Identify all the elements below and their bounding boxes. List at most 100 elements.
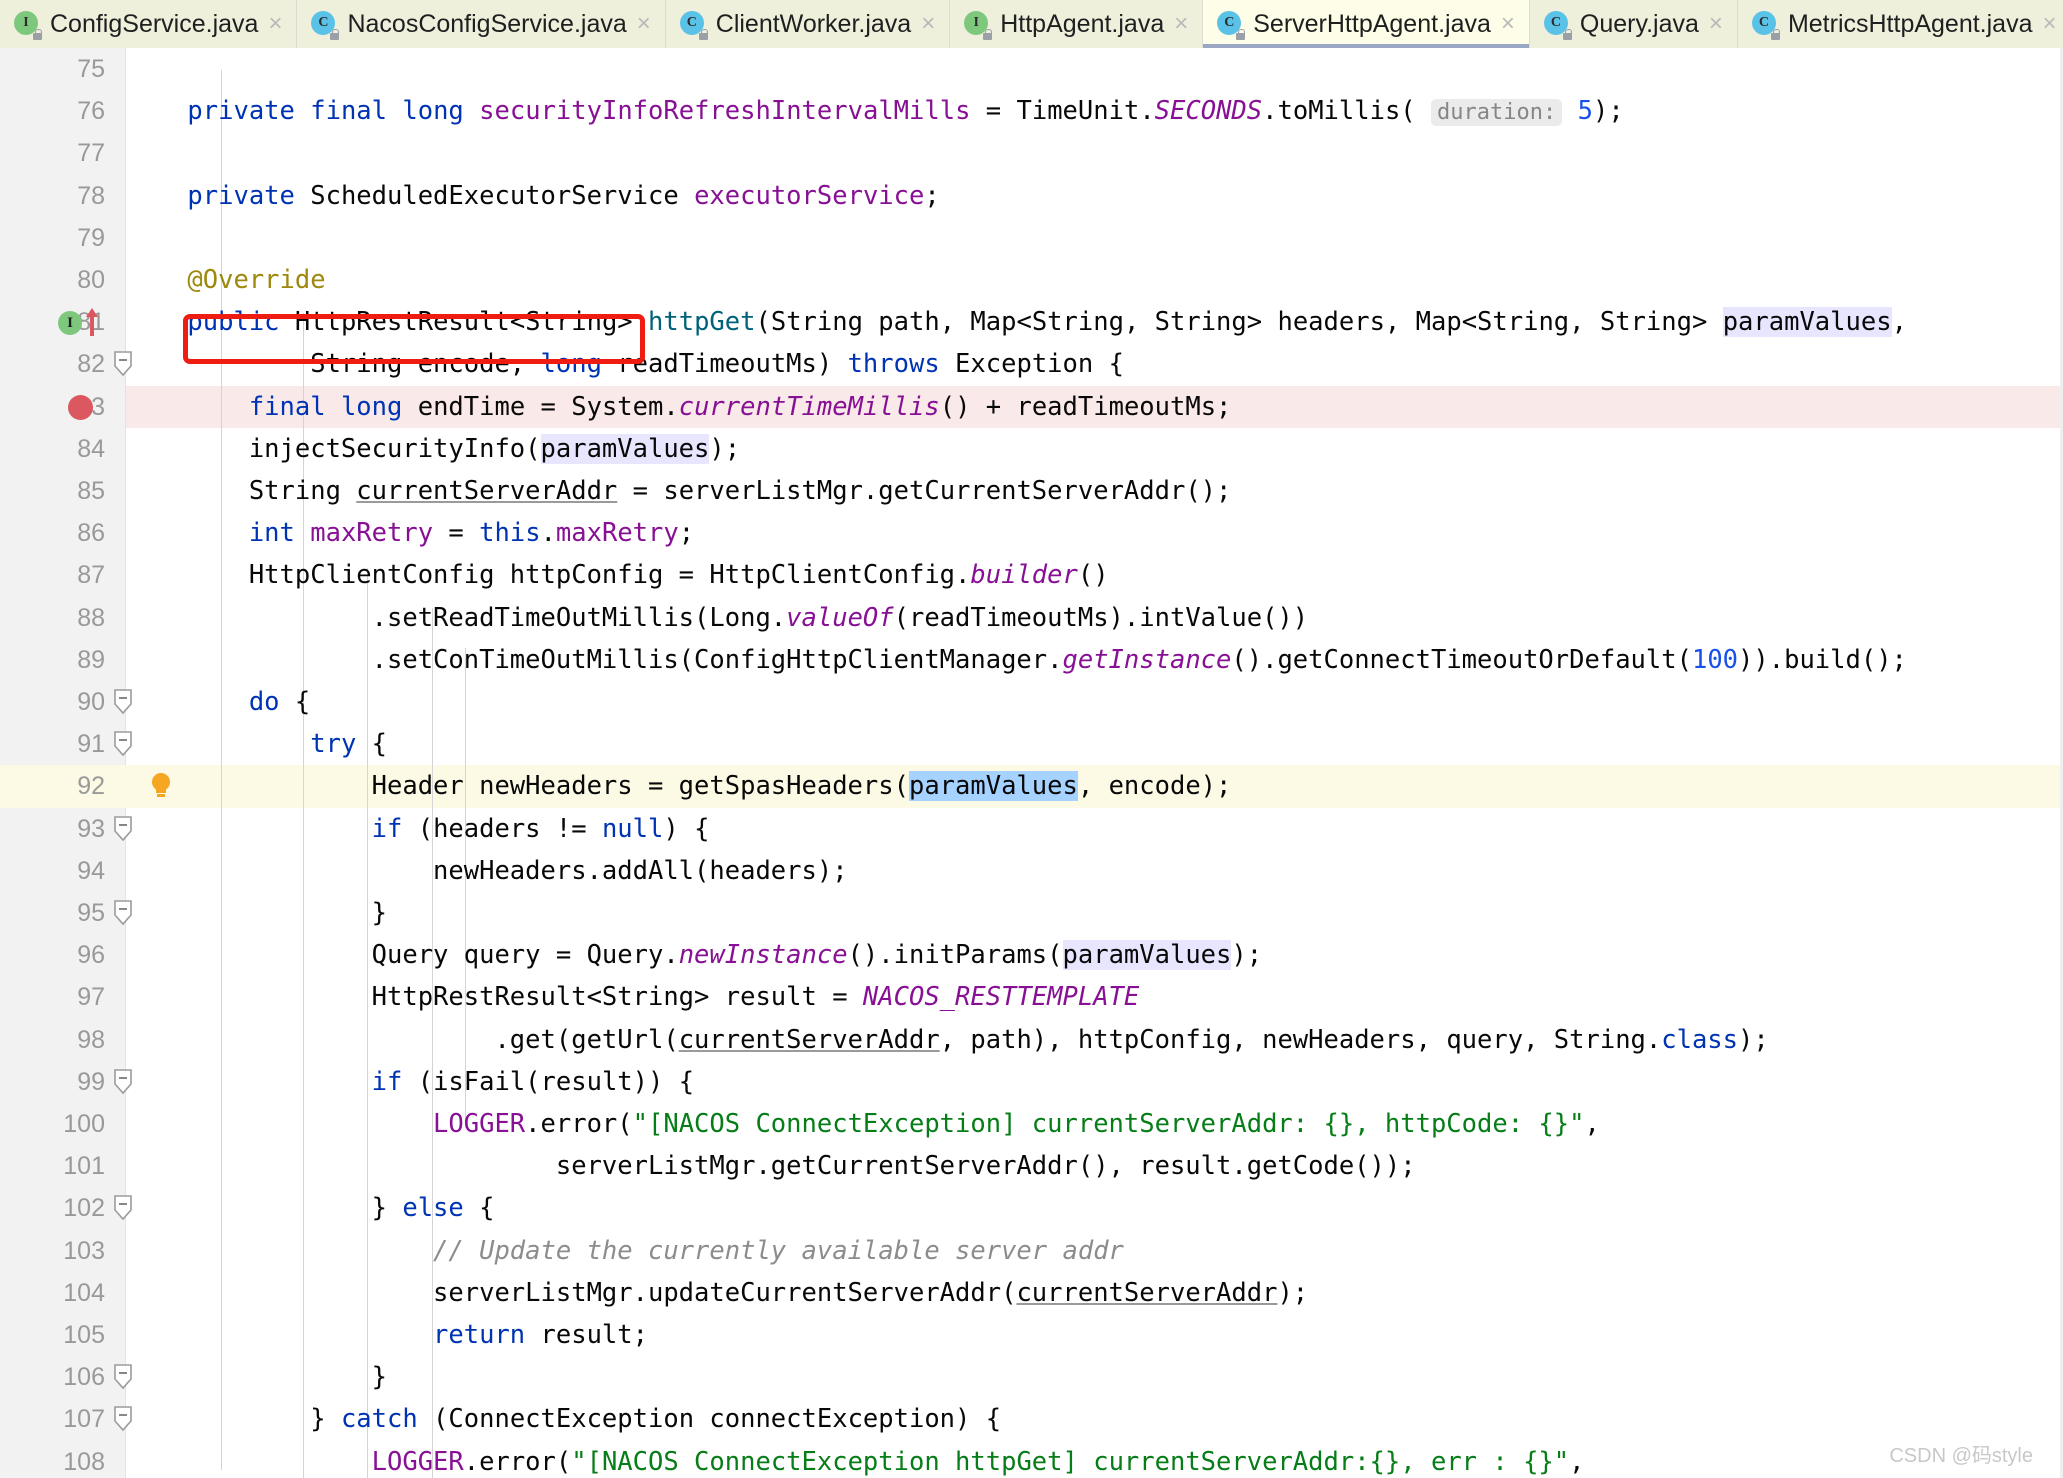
- breakpoint-icon[interactable]: [68, 394, 93, 420]
- code-text: public HttpRestResult<String> httpGet(St…: [187, 307, 1907, 338]
- code-line[interactable]: 87 HttpClientConfig httpConfig = HttpCli…: [0, 554, 2063, 596]
- inlay-hint: duration:: [1431, 99, 1563, 127]
- line-number: 104: [63, 1278, 105, 1307]
- close-icon[interactable]: ×: [2042, 12, 2056, 36]
- code-line[interactable]: 105 return result;: [0, 1314, 2063, 1356]
- code-text: injectSecurityInfo(paramValues);: [126, 433, 741, 464]
- code-text: LOGGER.error("[NACOS ConnectException] c…: [433, 1109, 1600, 1139]
- line-number: 91: [77, 730, 105, 759]
- editor-tab-label: HttpAgent.java: [1000, 9, 1165, 38]
- class-icon: C: [1751, 11, 1780, 40]
- code-line[interactable]: 107 } catch (ConnectException connectExc…: [0, 1398, 2063, 1440]
- editor-tab-configservice[interactable]: I ConfigService.java ×: [0, 0, 298, 48]
- code-line[interactable]: 101 serverListMgr.getCurrentServerAddr()…: [0, 1145, 2063, 1187]
- code-line[interactable]: 93 if (headers != null) {: [0, 808, 2063, 850]
- code-fold-marker[interactable]: [110, 343, 136, 385]
- override-arrow-icon[interactable]: [84, 306, 100, 343]
- code-line[interactable]: 79: [0, 217, 2063, 259]
- code-editor[interactable]: 75 76 private final long securityInfoRefr…: [0, 48, 2063, 1478]
- code-text: do {: [248, 687, 311, 717]
- line-number: 78: [77, 181, 105, 210]
- code-line[interactable]: 94 newHeaders.addAll(headers);: [0, 850, 2063, 892]
- line-number: 106: [63, 1363, 105, 1392]
- interface-icon: I: [14, 11, 42, 40]
- code-line[interactable]: 85 String currentServerAddr = serverList…: [0, 470, 2063, 512]
- code-fold-marker[interactable]: [110, 723, 136, 765]
- code-fold-marker[interactable]: [110, 1356, 136, 1398]
- code-line[interactable]: 89 .setConTimeOutMillis(ConfigHttpClient…: [0, 639, 2063, 681]
- line-number: 97: [77, 983, 105, 1012]
- code-line[interactable]: 104 serverListMgr.updateCurrentServerAdd…: [0, 1272, 2063, 1314]
- code-line[interactable]: 78 private ScheduledExecutorService exec…: [0, 175, 2063, 217]
- code-line[interactable]: 77: [0, 132, 2063, 174]
- code-text: Header newHeaders = getSpasHeaders(param…: [126, 771, 1232, 802]
- line-number: 105: [63, 1321, 105, 1349]
- line-number: 96: [77, 941, 105, 970]
- implementing-method-icon[interactable]: I: [58, 311, 82, 336]
- code-line[interactable]: 81I public HttpRestResult<String> httpGe…: [0, 301, 2063, 343]
- code-text: private final long securityInfoRefreshIn…: [187, 96, 1624, 127]
- line-number: 82: [77, 350, 105, 379]
- code-line[interactable]: 91 try {: [0, 723, 2063, 765]
- code-line[interactable]: 92 Header newHeaders = getSpasHeaders(pa…: [0, 765, 2063, 808]
- close-icon[interactable]: ×: [921, 12, 935, 36]
- code-line[interactable]: 98 .get(getUrl(currentServerAddr, path),…: [0, 1019, 2063, 1061]
- code-fold-marker[interactable]: [110, 681, 136, 723]
- code-text: Query query = Query.newInstance().initPa…: [126, 940, 1263, 971]
- editor-tab-serverhttpagent[interactable]: C ServerHttpAgent.java ×: [1203, 0, 1530, 48]
- line-number: 94: [77, 856, 105, 885]
- code-text: if (isFail(result)) {: [371, 1066, 695, 1097]
- code-text: LOGGER.error("[NACOS ConnectException ht…: [371, 1446, 1585, 1477]
- close-icon[interactable]: ×: [637, 12, 651, 36]
- idea-editor-window: I ConfigService.java × C NacosConfigService.…: [0, 0, 2063, 1478]
- code-fold-marker[interactable]: [110, 892, 136, 934]
- close-icon[interactable]: ×: [268, 12, 282, 36]
- editor-tab-query[interactable]: C Query.java ×: [1529, 0, 1738, 48]
- line-number: 85: [77, 477, 105, 505]
- code-line[interactable]: 95 }: [0, 892, 2063, 934]
- code-text: String encode, long readTimeoutMs) throw…: [126, 349, 1124, 380]
- code-line[interactable]: 83 final long endTime = System.currentTi…: [0, 385, 2063, 428]
- editor-tab-httpagent[interactable]: I HttpAgent.java ×: [950, 0, 1204, 48]
- code-text: @Override: [187, 265, 326, 295]
- code-fold-marker[interactable]: [110, 1187, 136, 1229]
- code-line[interactable]: 84 injectSecurityInfo(paramValues);: [0, 428, 2063, 470]
- code-text: String currentServerAddr = serverListMgr…: [126, 476, 1232, 506]
- code-text: HttpRestResult<String> result = NACOS_RE…: [126, 982, 1140, 1013]
- line-number: 75: [77, 55, 105, 83]
- code-line[interactable]: 82 String encode, long readTimeoutMs) th…: [0, 343, 2063, 385]
- code-line[interactable]: 97 HttpRestResult<String> result = NACOS…: [0, 976, 2063, 1018]
- code-text: int maxRetry = this.maxRetry;: [248, 518, 695, 549]
- code-text: return result;: [433, 1320, 648, 1350]
- code-line[interactable]: 108 LOGGER.error("[NACOS ConnectExceptio…: [0, 1441, 2063, 1478]
- code-line[interactable]: 102 } else {: [0, 1187, 2063, 1229]
- code-line[interactable]: 80 @Override: [0, 259, 2063, 301]
- code-line[interactable]: 103 // Update the currently available se…: [0, 1230, 2063, 1272]
- close-icon[interactable]: ×: [1174, 12, 1188, 36]
- editor-tab-clientworker[interactable]: C ClientWorker.java ×: [665, 0, 951, 48]
- close-icon[interactable]: ×: [1709, 12, 1723, 36]
- code-fold-marker[interactable]: [110, 1061, 136, 1103]
- line-number: 99: [77, 1067, 105, 1096]
- code-line[interactable]: 99 if (isFail(result)) {: [0, 1061, 2063, 1103]
- code-line[interactable]: 86 int maxRetry = this.maxRetry;: [0, 512, 2063, 554]
- editor-tab-metricshttpagent[interactable]: C MetricsHttpAgent.java ×: [1737, 0, 2063, 48]
- close-icon[interactable]: ×: [1501, 12, 1515, 36]
- code-line[interactable]: 96 Query query = Query.newInstance().ini…: [0, 934, 2063, 976]
- code-text: .setConTimeOutMillis(ConfigHttpClientMan…: [126, 644, 1907, 675]
- code-line[interactable]: 100 LOGGER.error("[NACOS ConnectExceptio…: [0, 1103, 2063, 1145]
- line-number: 107: [63, 1405, 105, 1434]
- editor-tab-label: ServerHttpAgent.java: [1253, 9, 1491, 38]
- class-icon: C: [679, 11, 708, 40]
- class-icon: C: [1217, 11, 1246, 40]
- code-line[interactable]: 106 }: [0, 1356, 2063, 1398]
- code-line[interactable]: 88 .setReadTimeOutMillis(Long.valueOf(re…: [0, 597, 2063, 639]
- code-fold-marker[interactable]: [110, 1398, 136, 1440]
- line-number: 101: [63, 1152, 105, 1181]
- editor-tab-nacosconfigservice[interactable]: C NacosConfigService.java ×: [297, 0, 666, 48]
- code-line[interactable]: 76 private final long securityInfoRefres…: [0, 90, 2063, 132]
- code-line[interactable]: 90 do {: [0, 681, 2063, 723]
- intention-bulb-icon[interactable]: [148, 771, 174, 806]
- code-line[interactable]: 75: [0, 48, 2063, 90]
- code-fold-marker[interactable]: [110, 808, 136, 850]
